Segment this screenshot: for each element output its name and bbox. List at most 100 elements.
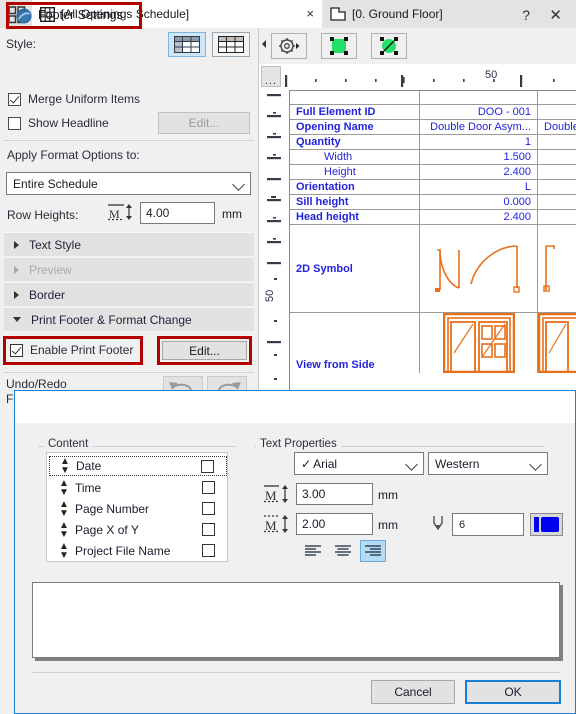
cell-value2 — [538, 195, 576, 209]
undo-redo-line1: Undo/Redo — [6, 377, 67, 391]
apply-format-label: Apply Format Options to: — [7, 148, 140, 162]
accordion-text-style[interactable]: Text Style — [4, 232, 254, 256]
cell-label: Sill height — [290, 195, 420, 209]
door-elevation-icon — [538, 313, 576, 373]
font-family-value: Arial — [313, 456, 338, 471]
row-height-icon: M — [108, 204, 132, 221]
select-all-elements-button[interactable] — [321, 33, 357, 59]
chevron-down-icon — [232, 178, 245, 191]
cell-value2 — [538, 105, 576, 119]
list-item-checkbox[interactable] — [202, 502, 215, 515]
line-spacing-input[interactable]: 2.00 — [296, 513, 373, 535]
settings-gear-button[interactable] — [271, 33, 307, 59]
cell-2d-symbol-2 — [538, 225, 576, 312]
select-element-button[interactable] — [371, 33, 407, 59]
cell-value: DOO - 001 — [420, 105, 538, 119]
cell-value: 0.000 — [420, 195, 538, 209]
table-row-2d-symbol[interactable]: 2D Symbol — [290, 225, 576, 313]
table-row[interactable]: Quantity 1 — [290, 135, 576, 150]
list-item-checkbox[interactable] — [201, 460, 214, 473]
accordion-border[interactable]: Border — [4, 282, 254, 306]
style-row: Style: — [0, 28, 258, 62]
script-select[interactable]: Western — [428, 452, 548, 475]
toolbar-collapse-handle[interactable] — [261, 30, 267, 60]
edit-headline-button: Edit... — [158, 112, 250, 134]
accordion-print-footer[interactable]: Print Footer & Format Change — [4, 307, 254, 331]
list-item-page-x-of-y[interactable]: ▲ ▼ Page X of Y — [49, 520, 227, 540]
row-heights-input[interactable]: 4.00 — [140, 202, 215, 224]
line-spacing-icon: M — [264, 515, 288, 533]
vertical-ruler[interactable]: 50 — [261, 88, 281, 391]
align-right-button[interactable] — [360, 540, 386, 562]
style-option-2-button[interactable] — [212, 32, 250, 57]
cell-2d-symbol — [420, 225, 538, 312]
merge-uniform-items-checkbox[interactable]: Merge Uniform Items — [8, 92, 140, 106]
list-item-time[interactable]: ▲ ▼ Time — [49, 478, 227, 498]
ruler-h-ticks — [285, 75, 555, 87]
pen-color-swatch[interactable] — [530, 513, 563, 536]
enable-print-footer-label: Enable Print Footer — [30, 343, 134, 357]
table-row[interactable]: Head height 2.400 — [290, 210, 576, 225]
dialog-title-bar[interactable] — [15, 391, 575, 423]
table-row[interactable]: Orientation L — [290, 180, 576, 195]
list-item-checkbox[interactable] — [202, 481, 215, 494]
table-row[interactable]: Sill height 0.000 — [290, 195, 576, 210]
pen-number-value: 6 — [459, 518, 466, 531]
reorder-handle-icon[interactable]: ▲ ▼ — [59, 479, 69, 498]
svg-text:M: M — [265, 518, 277, 533]
apply-format-select[interactable]: Entire Schedule — [6, 172, 251, 195]
svg-text:M: M — [265, 488, 277, 503]
align-left-button[interactable] — [300, 540, 326, 562]
cell-label: View from Side — [290, 313, 420, 373]
cell-value2 — [538, 165, 576, 179]
door-swing-symbol-icon — [434, 244, 520, 293]
list-item-page-number[interactable]: ▲ ▼ Page Number — [49, 499, 227, 519]
dialog-help-icon[interactable]: ? — [522, 7, 530, 23]
door-elevation-icon — [442, 313, 515, 373]
ok-button[interactable]: OK — [465, 680, 561, 704]
content-items-list[interactable]: ▲ ▼ Date ▲ ▼ Time ▲ ▼ Page Number ▲ ▼ Page X… — [46, 452, 228, 562]
table-style-filled-icon — [174, 36, 200, 53]
list-item-label: Project File Name — [75, 544, 171, 558]
list-item-checkbox[interactable] — [202, 523, 215, 536]
accordion-preview[interactable]: Preview — [4, 257, 254, 281]
cell-value2: Double — [544, 121, 576, 133]
table-row[interactable]: Opening Name Double Door Asym... Double — [290, 120, 576, 135]
style-option-1-button[interactable] — [168, 32, 206, 57]
reorder-handle-icon[interactable]: ▲ ▼ — [59, 542, 69, 561]
ruler-corner-button[interactable]: ... — [261, 66, 281, 87]
tab-ground-floor[interactable]: [0. Ground Floor] — [322, 0, 572, 28]
gear-icon — [279, 38, 300, 54]
enable-print-footer-checkbox[interactable]: Enable Print Footer — [10, 343, 133, 357]
reorder-handle-icon[interactable]: ▲ ▼ — [60, 457, 70, 476]
horizontal-ruler[interactable]: 50 — [283, 66, 576, 87]
cancel-button[interactable]: Cancel — [371, 680, 455, 704]
list-item-project-file-name[interactable]: ▲ ▼ Project File Name — [49, 541, 227, 561]
apply-format-value: Entire Schedule — [13, 176, 98, 191]
table-row[interactable]: Width 1.500 — [290, 150, 576, 165]
align-left-icon — [305, 545, 321, 556]
chevron-right-icon — [14, 240, 19, 249]
font-family-select[interactable]: ✓ Arial — [294, 452, 424, 475]
table-row[interactable]: Height 2.400 — [290, 165, 576, 180]
table-row-view-from-side[interactable]: View from Side — [290, 313, 576, 373]
align-center-button[interactable] — [330, 540, 356, 562]
cell-value: 2.400 — [420, 165, 538, 179]
list-item-label: Date — [76, 459, 102, 473]
schedule-table[interactable]: Full Element ID DOO - 001 Opening Name D… — [289, 90, 576, 391]
ruler-v-label: 50 — [264, 289, 276, 302]
tab-close-icon[interactable]: × — [306, 6, 314, 21]
table-row[interactable]: Full Element ID DOO - 001 — [290, 105, 576, 120]
reorder-handle-icon[interactable]: ▲ ▼ — [59, 500, 69, 519]
show-headline-checkbox[interactable]: Show Headline — [8, 116, 109, 130]
reorder-handle-icon[interactable]: ▲ ▼ — [59, 521, 69, 540]
cell-label: Full Element ID — [290, 105, 420, 119]
dialog-close-icon[interactable]: ✕ — [549, 6, 562, 24]
list-item-checkbox[interactable] — [202, 544, 215, 557]
list-item-date[interactable]: ▲ ▼ Date — [49, 456, 227, 476]
chevron-down-icon — [13, 317, 21, 322]
cell-label: Height — [290, 165, 420, 179]
footer-edit-button[interactable]: Edit... — [162, 341, 247, 360]
pen-number-input[interactable]: 6 — [452, 513, 524, 536]
text-height-input[interactable]: 3.00 — [296, 483, 373, 505]
